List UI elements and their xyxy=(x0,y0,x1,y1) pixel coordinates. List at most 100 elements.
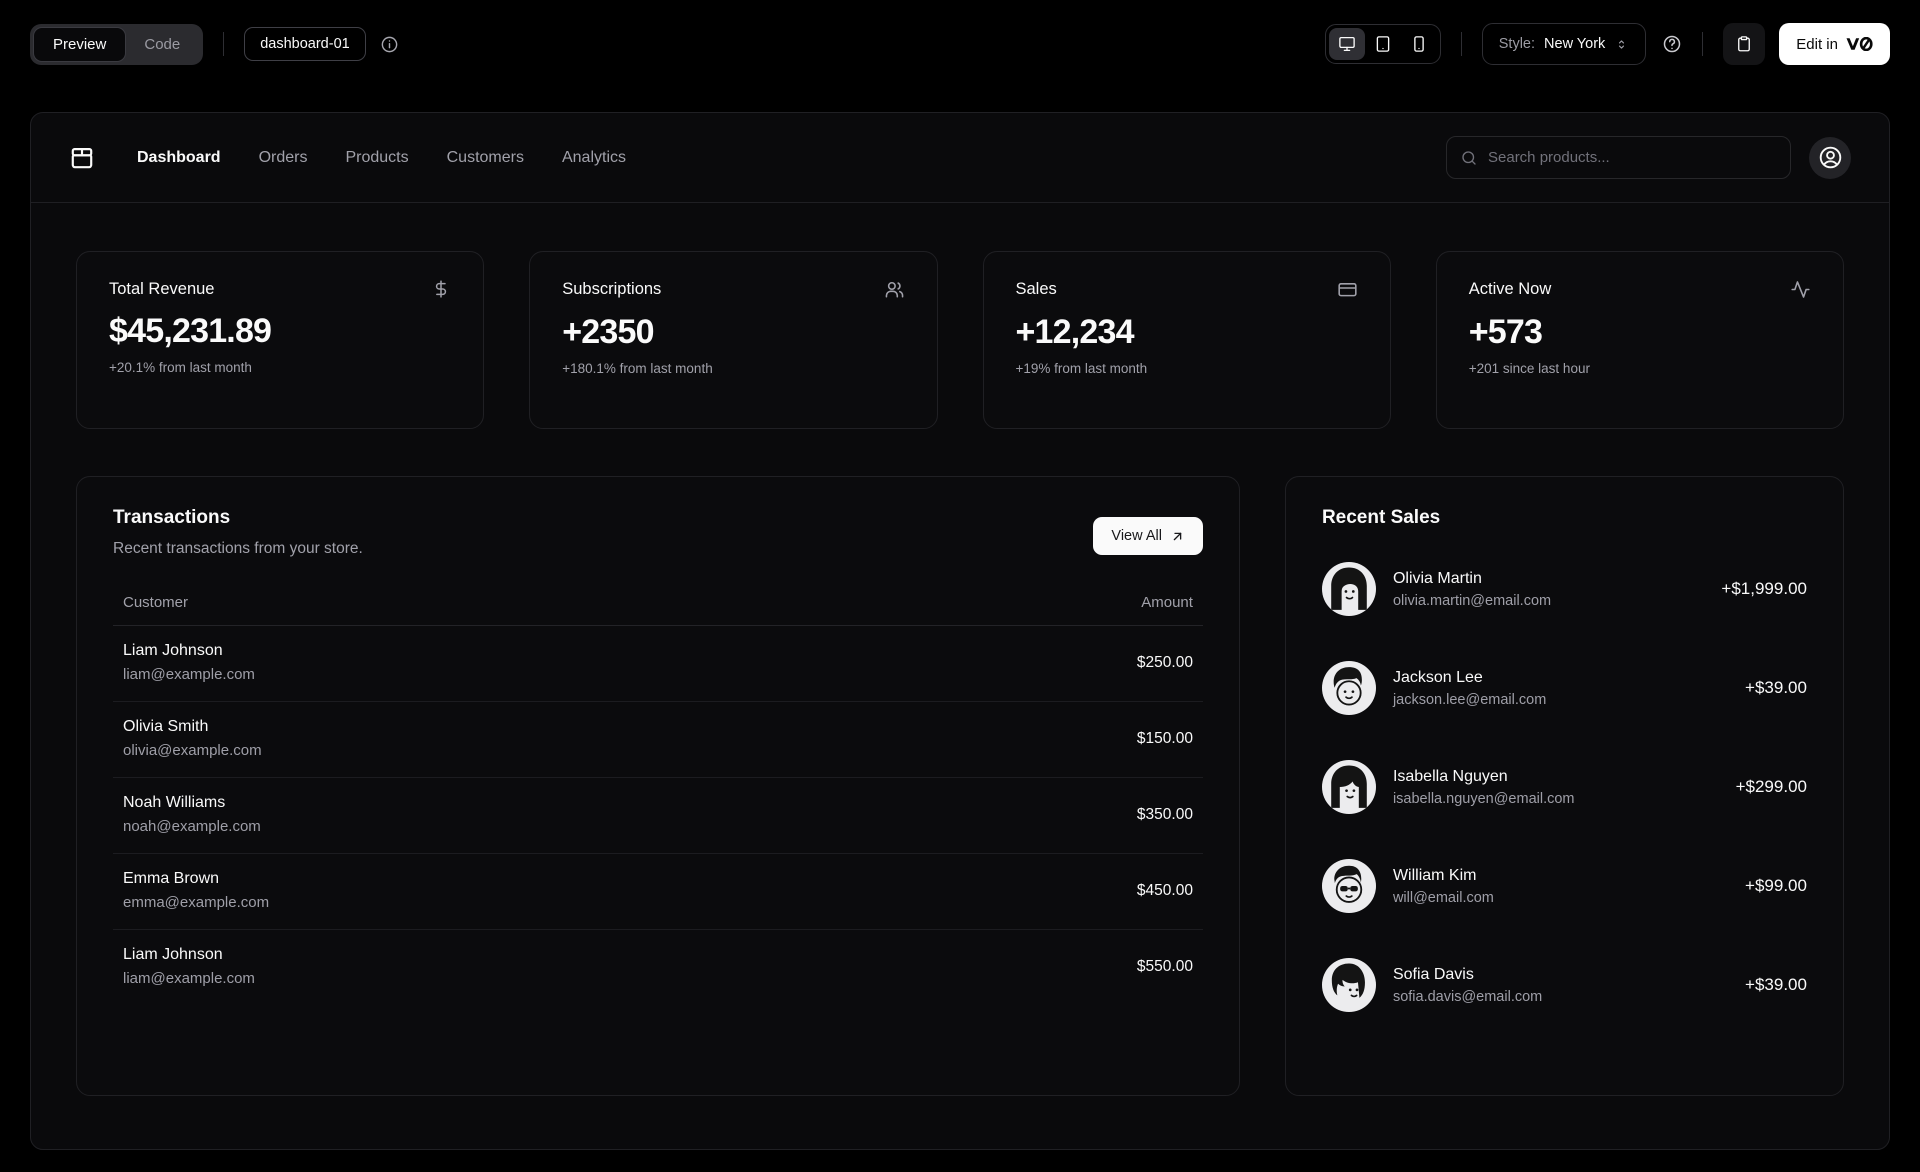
desktop-icon[interactable] xyxy=(1328,28,1365,60)
view-all-label: View All xyxy=(1111,528,1162,544)
package-icon[interactable] xyxy=(69,145,95,171)
stat-value: +12,234 xyxy=(1015,313,1135,351)
chevrons-up-down-icon xyxy=(1614,37,1629,52)
top-toolbar: Preview Code dashboard-01 Style: New Yor… xyxy=(30,20,1890,68)
list-item[interactable]: Sofia Davis sofia.davis@email.com +$39.0… xyxy=(1321,958,1807,1012)
sale-customer-name: William Kim xyxy=(1392,866,1477,884)
navbar-right xyxy=(1446,136,1851,179)
customer-name: Liam Johnson xyxy=(123,946,223,963)
avatar xyxy=(1321,958,1376,1012)
list-item[interactable]: Olivia Martin olivia.martin@email.com +$… xyxy=(1321,562,1807,616)
stat-title: Active Now xyxy=(1468,280,1552,298)
customer-name: Liam Johnson xyxy=(123,642,223,659)
list-item[interactable]: William Kim will@email.com +$99.00 xyxy=(1321,859,1807,913)
sale-amount: +$299.00 xyxy=(1735,777,1807,796)
view-all-button[interactable]: View All xyxy=(1093,517,1203,555)
app-navbar: Dashboard Orders Products Customers Anal… xyxy=(31,113,1889,203)
search-input[interactable] xyxy=(1488,149,1777,166)
avatar xyxy=(1321,859,1376,913)
avatar xyxy=(1321,562,1376,616)
table-row[interactable]: Olivia Smith olivia@example.com $150.00 xyxy=(113,702,1203,778)
transaction-amount: $250.00 xyxy=(1136,653,1193,671)
activity-icon xyxy=(1790,279,1811,300)
sale-amount: +$99.00 xyxy=(1745,876,1807,895)
users-icon xyxy=(884,279,905,300)
transactions-table: Customer Amount Liam Johnson liam@exampl… xyxy=(113,594,1203,1005)
avatar xyxy=(1321,760,1376,814)
arrow-up-right-icon xyxy=(1170,529,1185,544)
code-tab[interactable]: Code xyxy=(125,28,199,61)
smartphone-icon[interactable] xyxy=(1401,28,1437,60)
clipboard-icon[interactable] xyxy=(1723,23,1766,65)
edit-in-v0-button[interactable]: Edit in xyxy=(1779,23,1890,65)
avatar xyxy=(1321,661,1376,715)
user-circle-icon[interactable] xyxy=(1809,136,1851,179)
stat-cards: Total Revenue $45,231.89 +20.1% from las… xyxy=(76,251,1844,429)
help-circle-icon[interactable] xyxy=(1662,34,1682,54)
sale-customer-name: Sofia Davis xyxy=(1392,965,1474,983)
toolbar-right: Style: New York Edit in xyxy=(1324,23,1890,65)
transaction-amount: $350.00 xyxy=(1136,805,1193,823)
customer-email: liam@example.com xyxy=(123,970,255,987)
stat-title: Subscriptions xyxy=(562,280,662,298)
sale-amount: +$39.00 xyxy=(1745,678,1807,697)
stat-title: Sales xyxy=(1015,280,1057,298)
table-header-row: Customer Amount xyxy=(113,594,1203,626)
nav-link-customers[interactable]: Customers xyxy=(447,149,524,167)
dollar-sign-icon xyxy=(431,279,451,299)
style-label: Style: xyxy=(1498,36,1536,52)
search-box xyxy=(1446,136,1791,179)
sale-amount: +$39.00 xyxy=(1745,975,1807,994)
table-row[interactable]: Liam Johnson liam@example.com $550.00 xyxy=(113,930,1203,1005)
info-circle-icon[interactable] xyxy=(380,35,399,54)
stat-card-total-revenue: Total Revenue $45,231.89 +20.1% from las… xyxy=(76,251,485,429)
column-customer: Customer xyxy=(123,594,189,611)
nav-link-analytics[interactable]: Analytics xyxy=(562,149,626,167)
stat-value: +2350 xyxy=(562,313,654,351)
credit-card-icon xyxy=(1337,279,1358,300)
customer-email: olivia@example.com xyxy=(123,742,262,759)
list-item[interactable]: Jackson Lee jackson.lee@email.com +$39.0… xyxy=(1321,661,1807,715)
stat-value: $45,231.89 xyxy=(109,312,272,350)
sale-customer-name: Jackson Lee xyxy=(1392,668,1483,686)
sale-customer-name: Olivia Martin xyxy=(1392,569,1482,587)
nav-link-products[interactable]: Products xyxy=(345,149,408,167)
column-amount: Amount xyxy=(1141,594,1193,611)
sale-customer-email: jackson.lee@email.com xyxy=(1392,691,1547,708)
tablet-icon[interactable] xyxy=(1365,28,1401,60)
sale-customer-email: isabella.nguyen@email.com xyxy=(1392,790,1575,807)
transaction-amount: $550.00 xyxy=(1136,957,1193,975)
toolbar-divider xyxy=(1460,32,1462,56)
customer-name: Noah Williams xyxy=(123,794,226,811)
stat-change: +201 since last hour xyxy=(1468,361,1590,376)
table-row[interactable]: Emma Brown emma@example.com $450.00 xyxy=(113,854,1203,930)
transactions-description: Recent transactions from your store. xyxy=(113,540,363,557)
list-item[interactable]: Isabella Nguyen isabella.nguyen@email.co… xyxy=(1321,760,1807,814)
customer-name: Olivia Smith xyxy=(123,718,209,735)
nav-link-orders[interactable]: Orders xyxy=(259,149,308,167)
customer-email: liam@example.com xyxy=(123,666,255,683)
sale-customer-name: Isabella Nguyen xyxy=(1392,767,1508,785)
style-select[interactable]: Style: New York xyxy=(1481,23,1647,65)
table-row[interactable]: Liam Johnson liam@example.com $250.00 xyxy=(113,626,1203,702)
recent-sales-list: Olivia Martin olivia.martin@email.com +$… xyxy=(1321,562,1807,1012)
sale-customer-email: sofia.davis@email.com xyxy=(1392,988,1543,1005)
transactions-title: Transactions xyxy=(113,507,231,528)
device-toggle-group xyxy=(1324,24,1441,64)
sale-customer-email: olivia.martin@email.com xyxy=(1392,592,1552,609)
stat-value: +573 xyxy=(1468,313,1543,351)
customer-email: emma@example.com xyxy=(123,894,270,911)
edit-button-label: Edit in xyxy=(1796,35,1838,53)
preview-tab[interactable]: Preview xyxy=(34,27,126,61)
sale-customer-email: will@email.com xyxy=(1392,889,1494,906)
customer-name: Emma Brown xyxy=(123,870,220,887)
stat-card-active-now: Active Now +573 +201 since last hour xyxy=(1435,251,1844,429)
table-row[interactable]: Noah Williams noah@example.com $350.00 xyxy=(113,778,1203,854)
stat-change: +20.1% from last month xyxy=(109,360,252,375)
stat-change: +180.1% from last month xyxy=(562,361,713,376)
recent-sales-panel: Recent Sales Olivia Martin olivia.martin… xyxy=(1284,476,1844,1096)
nav-link-dashboard[interactable]: Dashboard xyxy=(137,149,221,167)
block-name-badge[interactable]: dashboard-01 xyxy=(244,27,366,61)
toolbar-divider xyxy=(1702,32,1704,56)
customer-email: noah@example.com xyxy=(123,818,261,835)
